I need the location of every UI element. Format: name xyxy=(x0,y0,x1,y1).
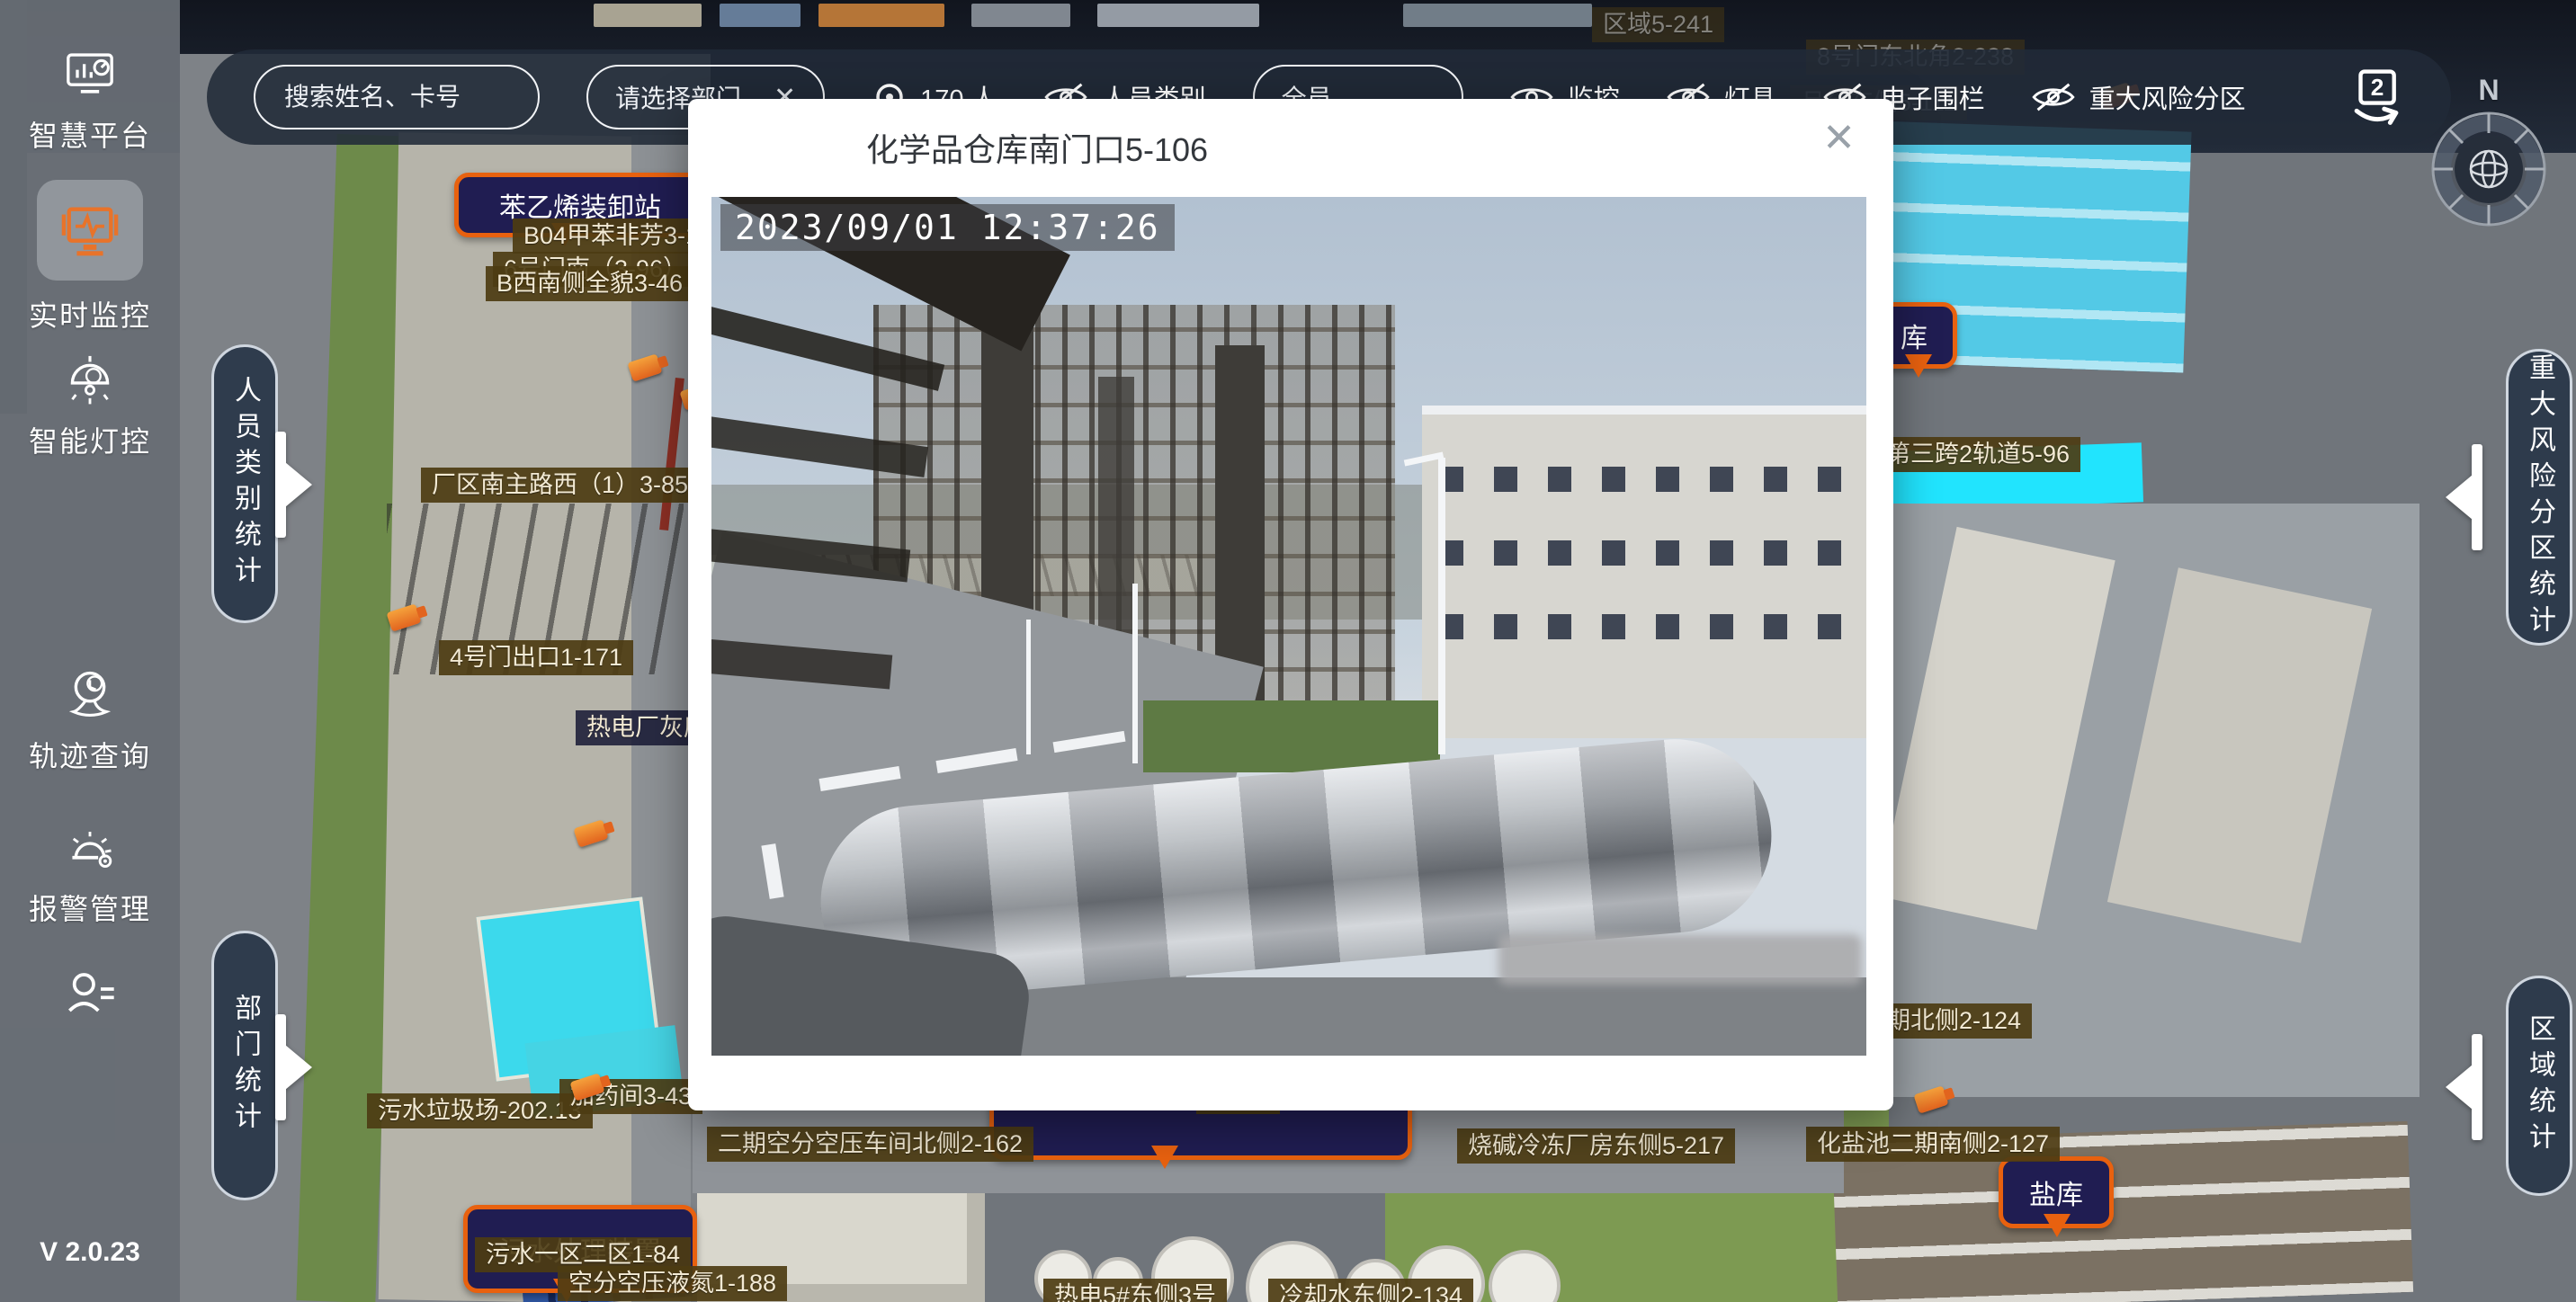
map-camera-label[interactable]: 热电5#东侧3号 xyxy=(1043,1279,1227,1302)
sidebar-item-label: 轨迹查询 xyxy=(29,734,151,775)
redacted-watermark xyxy=(1498,934,1862,985)
compass-dial-icon xyxy=(2426,106,2552,232)
map-building xyxy=(971,4,1070,27)
person-list-icon xyxy=(61,968,119,1018)
sidebar: 智慧平台 实时监控 xyxy=(0,0,180,1302)
map-camera-label[interactable]: 污水垃圾场-202.13 xyxy=(367,1093,593,1128)
camera-modal: 化学品仓库南门口5-106 ✕ xyxy=(688,99,1893,1110)
mode-2d-button[interactable]: 2 xyxy=(2345,66,2408,129)
toggle-label: 重大风险分区 xyxy=(2089,78,2246,116)
sidebar-item-smart-lamp[interactable]: 智能灯控 xyxy=(0,352,180,460)
smart-lamp-icon xyxy=(61,352,119,406)
alarm-manage-icon xyxy=(61,820,119,874)
sidebar-item-realtime-monitor[interactable]: 实时监控 xyxy=(0,180,180,334)
map-camera-label[interactable]: 二期空分空压车间北侧2-162 xyxy=(707,1127,1033,1162)
toggle-label: 电子围栏 xyxy=(1881,78,1985,116)
sidebar-item-label: 智慧平台 xyxy=(29,113,151,155)
map-building xyxy=(720,4,801,27)
map-building xyxy=(818,4,944,27)
app-root: 苯乙烯装卸站污水处理装置盐库库B04甲苯非芳3-106号门南（3-96）B西南侧… xyxy=(0,0,2576,1302)
eye-off-icon xyxy=(2032,82,2075,112)
sidebar-item-alarm-manage[interactable]: 报警管理 xyxy=(0,820,180,928)
smart-platform-icon xyxy=(61,50,119,101)
map-camera-label[interactable]: 区域5-241 xyxy=(1592,7,1724,42)
compass[interactable]: N xyxy=(2426,76,2552,232)
toggle-major-risk-zone[interactable]: 重大风险分区 xyxy=(2032,78,2246,116)
search-input[interactable] xyxy=(282,82,511,112)
map-building xyxy=(1097,4,1259,27)
tab-label: 重大风险分区统计 xyxy=(2519,353,2559,641)
svg-text:2: 2 xyxy=(2371,74,2384,101)
map-building xyxy=(1403,4,1592,27)
active-item-highlight xyxy=(37,180,143,281)
map-camera-label[interactable]: 4号门出口1-171 xyxy=(439,640,633,675)
sidebar-item-smart-platform[interactable]: 智慧平台 xyxy=(0,50,180,155)
map-camera-label[interactable]: 厂区南主路西（1）3-85 xyxy=(421,468,699,503)
map-camera-label[interactable]: B西南侧全貌3-46 xyxy=(486,266,693,301)
compass-north-label: N xyxy=(2426,76,2552,104)
tab-person-category-stats[interactable]: 人员类别统计 xyxy=(211,344,278,623)
video-timestamp: 2023/09/01 12:37:26 xyxy=(720,204,1175,251)
sidebar-item-label: 智能灯控 xyxy=(29,419,151,460)
tab-label: 人员类别统计 xyxy=(225,376,264,592)
app-version: V 2.0.23 xyxy=(0,1237,180,1268)
expand-arrow-icon[interactable] xyxy=(2472,1034,2482,1140)
expand-arrow-icon[interactable] xyxy=(275,1014,286,1120)
modal-title: 化学品仓库南门口5-106 xyxy=(866,124,1208,171)
tab-department-stats[interactable]: 部门统计 xyxy=(211,931,278,1200)
map-camera-label[interactable]: 化盐池二期南侧2-127 xyxy=(1806,1127,2060,1162)
realtime-monitor-icon xyxy=(58,201,122,259)
sidebar-item-trajectory-query[interactable]: 轨迹查询 xyxy=(0,667,180,775)
camera-feed: 2023/09/01 12:37:26 xyxy=(711,197,1866,1056)
tab-major-risk-zone-stats[interactable]: 重大风险分区统计 xyxy=(2506,349,2572,646)
sidebar-item-label: 实时监控 xyxy=(29,293,151,334)
map-poi-label[interactable]: 盐库 xyxy=(1999,1156,2114,1228)
trajectory-query-icon xyxy=(61,667,119,721)
tab-area-stats[interactable]: 区域统计 xyxy=(2506,976,2572,1196)
search-input-pill[interactable] xyxy=(254,65,540,129)
tab-label: 区域统计 xyxy=(2519,1014,2559,1158)
map-camera-label[interactable]: 烧碱冷冻厂房东侧5-217 xyxy=(1457,1128,1735,1164)
expand-arrow-icon[interactable] xyxy=(2472,444,2482,550)
sidebar-item-person-list[interactable] xyxy=(0,968,180,1018)
tab-label: 部门统计 xyxy=(225,994,264,1137)
mode-2d-icon: 2 xyxy=(2345,66,2408,129)
map-camera-label[interactable]: 空分空压液氮1-188 xyxy=(558,1266,787,1301)
sidebar-item-label: 报警管理 xyxy=(29,887,151,928)
expand-arrow-icon[interactable] xyxy=(275,432,286,538)
close-icon[interactable]: ✕ xyxy=(1822,119,1856,158)
map-building xyxy=(594,4,702,27)
map-camera-label[interactable]: 冷却水东侧2-134 xyxy=(1268,1279,1473,1302)
